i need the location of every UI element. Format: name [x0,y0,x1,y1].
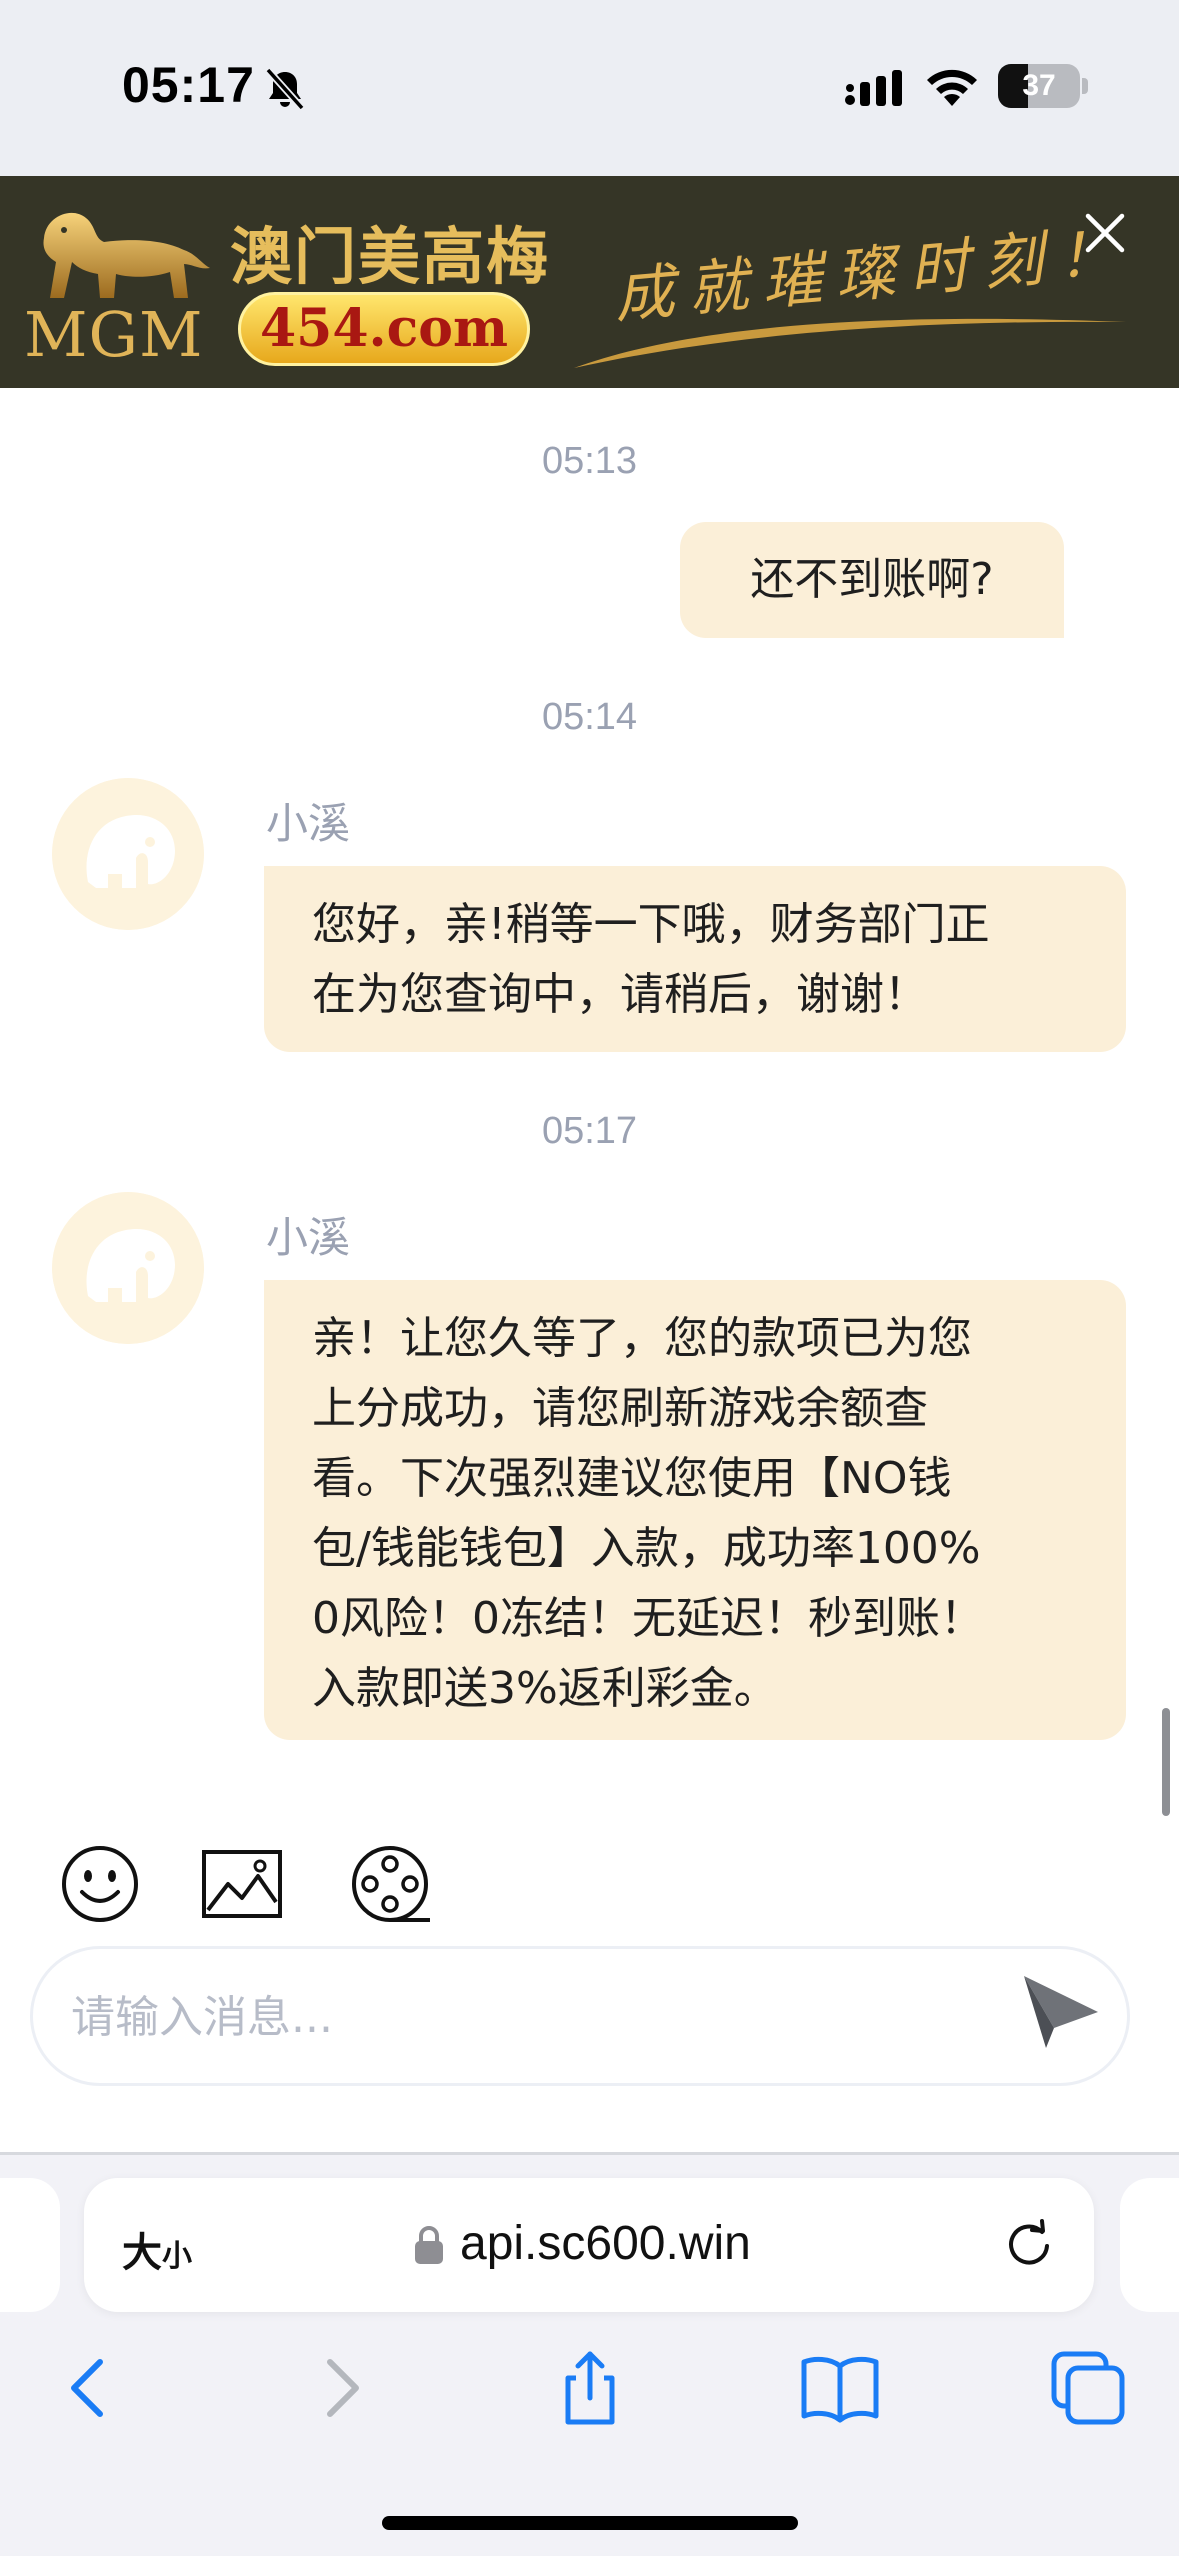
bookmarks-icon[interactable] [798,2346,882,2430]
battery-level: 37 [1022,69,1056,102]
wifi-icon [927,69,977,106]
message-input[interactable] [71,1979,971,2055]
text-size-label-small: 小 [162,2239,192,2274]
bell-slash-icon [265,67,305,111]
message-line: 在为您查询中，请稍后，谢谢！ [312,969,928,1020]
text-size-button[interactable]: 大小 [122,2220,192,2278]
agent-avatar[interactable] [52,1192,204,1344]
send-icon[interactable] [1018,1970,1102,2054]
share-icon[interactable] [548,2346,632,2430]
message-line: 看。下次强烈建议您使用【NO钱 [312,1453,952,1504]
sender-name: 小溪 [266,1213,351,1262]
status-time: 05:17 [122,57,255,113]
previous-tab-preview[interactable] [0,2178,60,2312]
reload-icon[interactable] [1002,2218,1056,2272]
tabs-icon[interactable] [1046,2346,1130,2430]
message-time: 05:17 [541,1110,638,1152]
image-icon[interactable] [198,1840,286,1928]
banner-domain: 454.com [238,292,530,366]
message-line: 入款即送3%返利彩金。 [312,1663,778,1714]
text-size-label-big: 大 [122,2230,162,2276]
chat-area[interactable]: 05:13 还不到账啊? 05:14 小溪 您好，亲!稍等一下哦，财务部门正 在… [0,388,1179,1818]
sender-name: 小溪 [266,799,351,848]
banner-brand-name: 澳门美高梅 [230,220,551,293]
message-line: 亲！让您久等了，您的款项已为您 [312,1313,972,1364]
outgoing-message-bubble[interactable]: 还不到账啊? [680,522,1064,638]
agent-avatar[interactable] [52,778,204,930]
message-line: 您好，亲!稍等一下哦，财务部门正 [312,899,990,950]
emoji-icon[interactable] [56,1840,144,1928]
home-indicator[interactable] [382,2516,798,2530]
url-text[interactable]: api.sc600.win [460,2216,751,2271]
elephant-icon [52,778,204,930]
message-time: 05:13 [541,440,638,482]
message-line: 上分成功，请您刷新游戏余额查 [312,1383,928,1434]
address-bar[interactable]: 大小 api.sc600.win [84,2178,1094,2312]
back-icon[interactable] [46,2346,130,2430]
forward-icon[interactable] [300,2346,384,2430]
battery-icon: 37 [998,64,1080,108]
video-reel-icon[interactable] [346,1840,434,1928]
incoming-message-bubble[interactable]: 您好，亲!稍等一下哦，财务部门正 在为您查询中，请稍后，谢谢！ [264,866,1126,1052]
cellular-signal-icon [845,70,902,106]
message-line: 0风险！0冻结！无延迟！秒到账！ [312,1593,984,1644]
next-tab-preview[interactable] [1120,2178,1179,2312]
message-input-box[interactable] [30,1946,1130,2086]
lock-icon [415,2226,443,2264]
chat-scrollbar[interactable] [1162,1708,1170,1816]
close-icon[interactable] [1080,208,1130,258]
battery-nub [1082,78,1088,94]
status-bar: 05:17 37 [0,0,1179,176]
elephant-icon [52,1192,204,1344]
banner-ad[interactable]: MGM 澳门美高梅 454.com 成就璀璨时刻！ [0,176,1179,388]
banner-logo-text: MGM [24,298,204,371]
message-line: 包/钱能钱包】入款，成功率100% [312,1523,981,1574]
message-time: 05:14 [541,696,638,738]
lion-logo-icon [43,212,210,298]
incoming-message-bubble[interactable]: 亲！让您久等了，您的款项已为您 上分成功，请您刷新游戏余额查 看。下次强烈建议您… [264,1280,1126,1740]
